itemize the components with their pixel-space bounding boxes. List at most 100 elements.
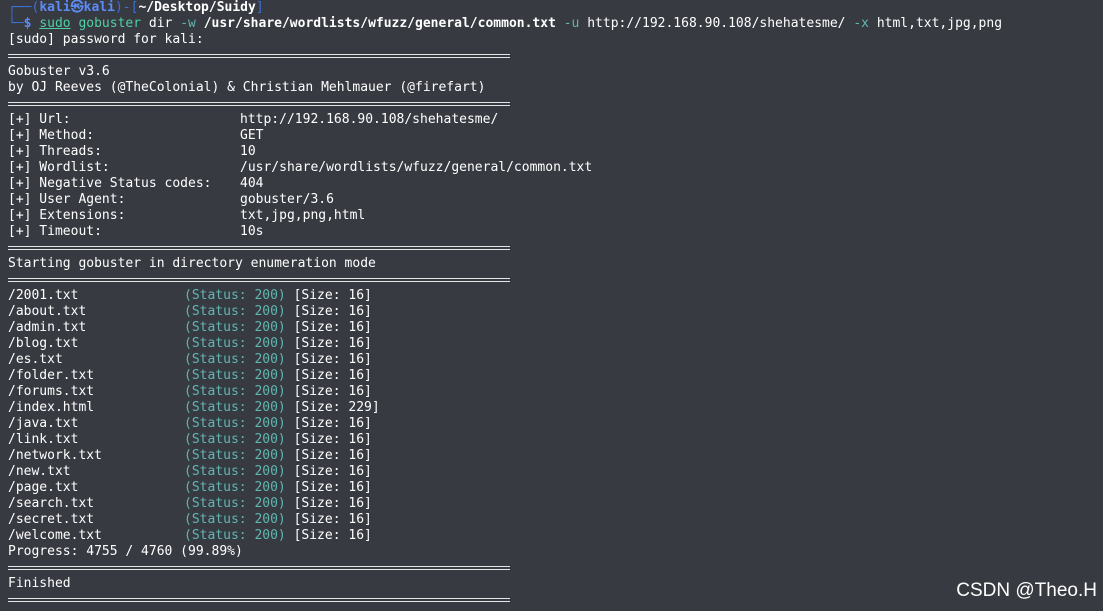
watermark: CSDN @Theo.H bbox=[956, 580, 1097, 601]
result-size: [Size: 16] bbox=[293, 352, 372, 367]
result-path: /about.txt bbox=[8, 304, 87, 319]
prompt-corner-bottom: └─ bbox=[8, 16, 24, 31]
result-path: /secret.txt bbox=[8, 512, 95, 527]
result-status: (Status: 200) bbox=[184, 480, 286, 495]
result-size: [Size: 16] bbox=[293, 448, 372, 463]
result-path: /link.txt bbox=[8, 432, 79, 447]
prompt-user: kali bbox=[39, 0, 71, 15]
result-path: /es.txt bbox=[8, 352, 63, 367]
config-list: [+] Url: http://192.168.90.108/shehatesme… bbox=[8, 112, 1103, 240]
result-row: /link.txt (Status: 200) [Size: 16] bbox=[8, 432, 1103, 448]
result-row: /2001.txt (Status: 200) [Size: 16] bbox=[8, 288, 1103, 304]
result-size: [Size: 16] bbox=[293, 464, 372, 479]
config-value: /usr/share/wordlists/wfuzz/general/commo… bbox=[240, 160, 593, 175]
command-url: http://192.168.90.108/shehatesme/ bbox=[587, 16, 846, 31]
result-status: (Status: 200) bbox=[184, 320, 286, 335]
result-row: /es.txt (Status: 200) [Size: 16] bbox=[8, 352, 1103, 368]
result-size: [Size: 16] bbox=[293, 496, 372, 511]
command-subcommand: dir bbox=[141, 16, 181, 31]
result-size: [Size: 16] bbox=[293, 320, 372, 335]
result-status: (Status: 200) bbox=[184, 352, 286, 367]
result-status: (Status: 200) bbox=[184, 528, 286, 543]
result-status: (Status: 200) bbox=[184, 336, 286, 351]
result-row: /java.txt (Status: 200) [Size: 16] bbox=[8, 416, 1103, 432]
command-wordlist: /usr/share/wordlists/wfuzz/general/commo… bbox=[203, 16, 556, 31]
config-row: [+] User Agent: gobuster/3.6 bbox=[8, 192, 1103, 208]
config-row: [+] Method: GET bbox=[8, 128, 1103, 144]
config-key: [+] Method: bbox=[8, 128, 95, 143]
result-row: /page.txt (Status: 200) [Size: 16] bbox=[8, 480, 1103, 496]
config-row: [+] Url: http://192.168.90.108/shehatesme… bbox=[8, 112, 1103, 128]
result-path: /folder.txt bbox=[8, 368, 95, 383]
prompt-host: kali bbox=[83, 0, 115, 15]
progress-text: Progress: 4755 / 4760 (99.89%) bbox=[8, 544, 243, 559]
config-row: [+] Timeout: 10s bbox=[8, 224, 1103, 240]
result-path: /page.txt bbox=[8, 480, 79, 495]
result-size: [Size: 16] bbox=[293, 336, 372, 351]
result-row: /forums.txt (Status: 200) [Size: 16] bbox=[8, 384, 1103, 400]
mode-message: Starting gobuster in directory enumerati… bbox=[8, 256, 376, 271]
separator bbox=[8, 240, 510, 256]
terminal-output[interactable]: ┌──(kali㉿kali)-[~/Desktop/Suidy] └─$ sud… bbox=[8, 0, 1103, 608]
result-size: [Size: 16] bbox=[293, 416, 372, 431]
result-row: /secret.txt (Status: 200) [Size: 16] bbox=[8, 512, 1103, 528]
result-path: /blog.txt bbox=[8, 336, 79, 351]
result-row: /about.txt (Status: 200) [Size: 16] bbox=[8, 304, 1103, 320]
result-row: /folder.txt (Status: 200) [Size: 16] bbox=[8, 368, 1103, 384]
results-list: /2001.txt (Status: 200) [Size: 16] /about… bbox=[8, 288, 1103, 544]
result-size: [Size: 16] bbox=[293, 288, 372, 303]
result-status: (Status: 200) bbox=[184, 416, 286, 431]
command-u-flag: -u bbox=[563, 16, 580, 31]
config-value: 10s bbox=[240, 224, 264, 239]
banner-authors: by OJ Reeves (@TheColonial) & Christian … bbox=[8, 80, 486, 95]
result-status: (Status: 200) bbox=[184, 384, 286, 399]
result-path: /welcome.txt bbox=[8, 528, 102, 543]
result-status: (Status: 200) bbox=[184, 368, 286, 383]
sudo-password-prompt: [sudo] password for kali: bbox=[8, 32, 204, 47]
result-size: [Size: 16] bbox=[293, 480, 372, 495]
config-key: [+] User Agent: bbox=[8, 192, 126, 207]
config-value: GET bbox=[240, 128, 264, 143]
prompt-dollar: $ bbox=[23, 16, 40, 31]
result-size: [Size: 16] bbox=[293, 368, 372, 383]
config-row: [+] Threads: 10 bbox=[8, 144, 1103, 160]
separator bbox=[8, 272, 510, 288]
result-size: [Size: 229] bbox=[293, 400, 380, 415]
config-key: [+] Threads: bbox=[8, 144, 102, 159]
result-status: (Status: 200) bbox=[184, 288, 286, 303]
result-status: (Status: 200) bbox=[184, 304, 286, 319]
prompt-line: ┌──(kali㉿kali)-[~/Desktop/Suidy] bbox=[8, 0, 1103, 16]
result-size: [Size: 16] bbox=[293, 528, 372, 543]
config-key: [+] Url: bbox=[8, 112, 71, 127]
prompt-dir-open: )-[ bbox=[114, 0, 139, 15]
result-path: /forums.txt bbox=[8, 384, 95, 399]
result-size: [Size: 16] bbox=[293, 512, 372, 527]
config-key: [+] Wordlist: bbox=[8, 160, 110, 175]
prompt-corner-top: ┌──( bbox=[8, 0, 40, 15]
result-row: /welcome.txt (Status: 200) [Size: 16] bbox=[8, 528, 1103, 544]
separator bbox=[8, 96, 510, 112]
config-row: [+] Wordlist: /usr/share/wordlists/wfuzz/… bbox=[8, 160, 1103, 176]
config-key: [+] Negative Status codes: bbox=[8, 176, 212, 191]
command-extensions: html,txt,jpg,png bbox=[876, 16, 1003, 31]
config-value: txt,jpg,png,html bbox=[240, 208, 366, 223]
prompt-dir-close: ] bbox=[255, 0, 264, 15]
config-value: 10 bbox=[240, 144, 256, 159]
command-line: └─$ sudo gobuster dir -w /usr/share/word… bbox=[8, 16, 1103, 32]
result-path: /new.txt bbox=[8, 464, 71, 479]
result-status: (Status: 200) bbox=[184, 432, 286, 447]
result-path: /java.txt bbox=[8, 416, 79, 431]
result-size: [Size: 16] bbox=[293, 384, 372, 399]
result-row: /new.txt (Status: 200) [Size: 16] bbox=[8, 464, 1103, 480]
finished-text: Finished bbox=[8, 576, 71, 591]
separator bbox=[8, 592, 510, 608]
prompt-dir: ~/Desktop/Suidy bbox=[138, 0, 256, 15]
command-tool: gobuster bbox=[78, 16, 142, 31]
result-status: (Status: 200) bbox=[184, 448, 286, 463]
result-row: /network.txt (Status: 200) [Size: 16] bbox=[8, 448, 1103, 464]
config-key: [+] Timeout: bbox=[8, 224, 102, 239]
separator bbox=[8, 560, 510, 576]
result-status: (Status: 200) bbox=[184, 512, 286, 527]
config-row: [+] Negative Status codes: 404 bbox=[8, 176, 1103, 192]
result-status: (Status: 200) bbox=[184, 496, 286, 511]
